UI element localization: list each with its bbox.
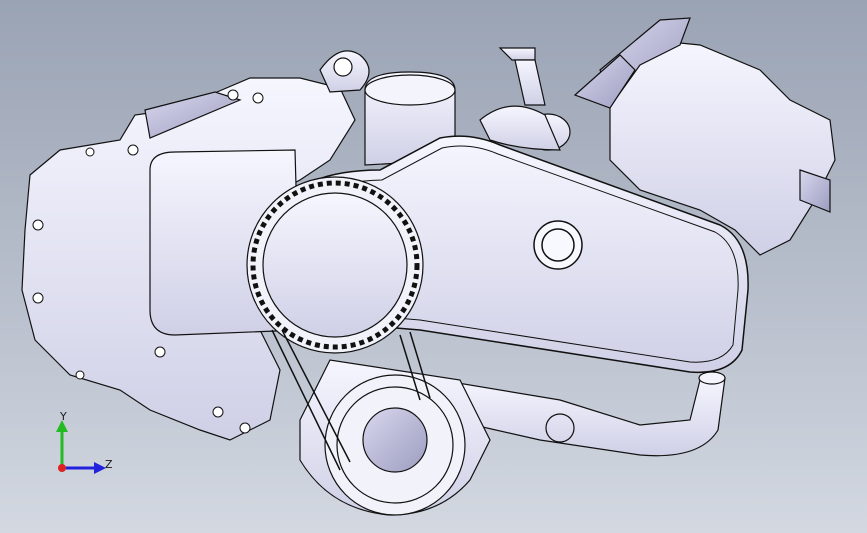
view-orientation-triad: Y Z bbox=[48, 410, 118, 480]
x-axis-dot bbox=[58, 464, 66, 472]
z-axis-label: Z bbox=[105, 458, 113, 471]
driven-pulley[interactable] bbox=[299, 359, 491, 516]
y-axis-label: Y bbox=[60, 410, 67, 423]
engine-3d-model[interactable] bbox=[0, 0, 867, 533]
drive-pulley[interactable] bbox=[246, 176, 424, 354]
graphics-viewport[interactable]: Y Z bbox=[0, 0, 867, 533]
